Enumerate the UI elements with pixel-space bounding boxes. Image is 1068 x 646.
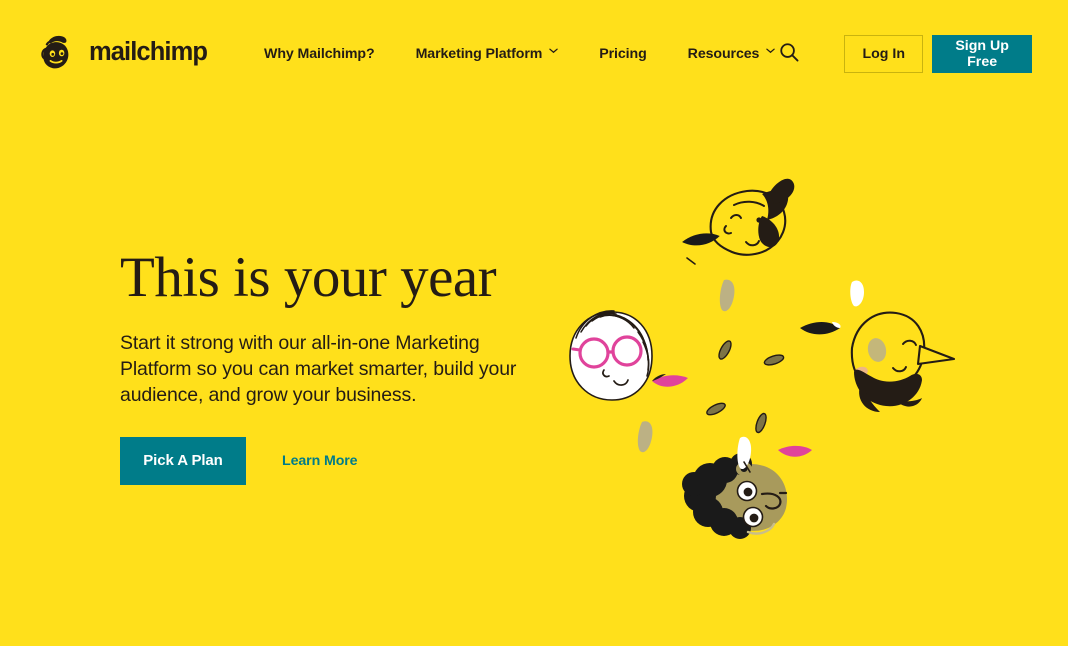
primary-navigation: Why Mailchimp? Marketing Platform Pricin… [264, 38, 776, 70]
header-actions: Log In Sign Up Free [775, 35, 1032, 73]
nav-item-label: Resources [687, 46, 760, 62]
sign-up-free-button[interactable]: Sign Up Free [932, 35, 1032, 73]
illustration-face-left-glasses [569, 310, 653, 401]
illustration-face-top [709, 178, 795, 256]
log-in-button[interactable]: Log In [844, 35, 924, 73]
hero-cta-group: Pick A Plan Learn More [120, 436, 540, 485]
nav-item-pricing[interactable]: Pricing [599, 38, 647, 70]
chevron-down-icon [766, 48, 776, 57]
nav-item-marketing-platform[interactable]: Marketing Platform [416, 38, 559, 70]
mailchimp-wordmark: mailchimp [89, 38, 208, 67]
illustration-confetti [637, 233, 864, 473]
mailchimp-logo[interactable]: mailchimp [38, 32, 208, 74]
hero-subtitle: Start it strong with our all-in-one Mark… [120, 331, 517, 407]
search-button[interactable] [775, 37, 803, 71]
nav-item-resources[interactable]: Resources [688, 38, 776, 70]
site-header: mailchimp Why Mailchimp? Marketing Platf… [0, 0, 1068, 108]
search-icon [778, 41, 801, 67]
hero-section: This is your year Start it strong with o… [120, 248, 540, 485]
pick-a-plan-button[interactable]: Pick A Plan [120, 436, 246, 485]
nav-item-label: Marketing Platform [415, 46, 543, 62]
page-title: This is your year [120, 246, 497, 309]
mailchimp-freddie-monkey-logo-icon [38, 32, 80, 74]
nav-item-why-mailchimp[interactable]: Why Mailchimp? [264, 38, 375, 70]
learn-more-link[interactable]: Learn More [282, 453, 358, 469]
chevron-down-icon [549, 48, 558, 57]
nav-item-label: Pricing [599, 46, 647, 62]
nav-item-label: Why Mailchimp? [264, 46, 375, 62]
hero-illustration [548, 160, 968, 560]
illustration-face-right-beard [850, 311, 956, 412]
illustration-face-bottom [682, 453, 788, 539]
